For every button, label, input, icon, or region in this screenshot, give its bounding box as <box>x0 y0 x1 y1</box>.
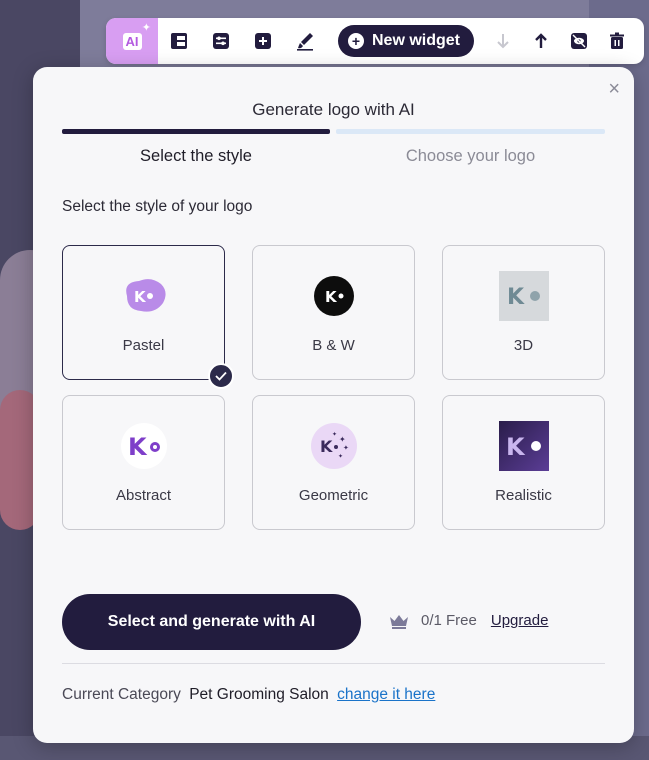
abstract-logo-icon: K <box>119 421 169 471</box>
crown-icon <box>389 613 409 629</box>
new-widget-label: New widget <box>372 32 461 49</box>
realistic-logo-icon: K <box>498 421 549 471</box>
brush-icon[interactable] <box>284 18 326 64</box>
credits-info: 0/1 Free Upgrade <box>389 612 548 629</box>
svg-text:K: K <box>320 437 333 456</box>
change-category-link[interactable]: change it here <box>337 686 435 703</box>
style-card-bw[interactable]: K B & W <box>252 245 415 380</box>
layout-icon[interactable] <box>158 18 200 64</box>
settings-sliders-icon[interactable] <box>200 18 242 64</box>
plus-icon: + <box>348 33 364 49</box>
svg-text:K: K <box>506 433 526 461</box>
style-card-abstract[interactable]: K Abstract <box>62 395 225 530</box>
sparkle-icon: ✦ <box>141 22 151 34</box>
category-name: Pet Grooming Salon <box>189 686 329 703</box>
style-label: Geometric <box>298 487 369 504</box>
svg-text:K: K <box>507 285 525 310</box>
step-progress <box>62 129 605 134</box>
svg-text:✦: ✦ <box>338 453 343 460</box>
style-card-realistic[interactable]: K Realistic <box>442 395 605 530</box>
style-card-pastel[interactable]: K Pastel <box>62 245 234 389</box>
editor-toolbar: AI ✦ + New widget <box>106 18 644 64</box>
svg-text:✦: ✦ <box>339 435 346 444</box>
svg-text:✦: ✦ <box>343 444 349 452</box>
ai-button[interactable]: AI ✦ <box>106 18 158 64</box>
style-card-3d[interactable]: K 3D <box>442 245 605 380</box>
style-label: 3D <box>513 337 534 354</box>
progress-remaining <box>336 129 605 134</box>
ai-badge: AI <box>122 32 142 50</box>
style-label: Pastel <box>122 337 165 354</box>
section-label: Select the style of your logo <box>62 198 253 215</box>
svg-text:K: K <box>128 433 148 461</box>
credits-text: 0/1 Free <box>421 612 477 629</box>
svg-text:K: K <box>134 288 147 306</box>
add-section-icon[interactable] <box>242 18 284 64</box>
svg-text:✦: ✦ <box>332 431 337 438</box>
upgrade-link[interactable]: Upgrade <box>491 612 549 629</box>
hide-icon[interactable] <box>560 18 598 64</box>
category-prefix: Current Category <box>62 686 181 703</box>
generate-logo-dialog: × Generate logo with AI Select the style… <box>33 67 634 743</box>
step-select-style[interactable]: Select the style <box>62 147 330 166</box>
arrow-up-icon[interactable] <box>522 18 560 64</box>
svg-text:K: K <box>325 288 338 306</box>
style-label: Abstract <box>115 487 172 504</box>
checkmark-icon <box>208 363 234 389</box>
new-widget-button[interactable]: + New widget <box>338 25 475 57</box>
current-category: Current Category Pet Grooming Salon chan… <box>62 686 435 704</box>
pastel-logo-icon: K <box>119 271 169 321</box>
style-label: Realistic <box>495 487 552 504</box>
bw-logo-icon: K <box>309 271 359 321</box>
dialog-title: Generate logo with AI <box>252 100 415 119</box>
close-icon[interactable]: × <box>608 79 620 99</box>
geometric-logo-icon: K ✦ ✦ ✦ ✦ <box>309 421 359 471</box>
style-card-geometric[interactable]: K ✦ ✦ ✦ ✦ Geometric <box>252 395 415 530</box>
step-choose-logo[interactable]: Choose your logo <box>336 147 605 166</box>
style-label: B & W <box>312 337 355 354</box>
progress-completed <box>62 129 330 134</box>
3d-logo-icon: K <box>498 271 549 321</box>
select-and-generate-button[interactable]: Select and generate with AI <box>62 594 361 650</box>
arrow-down-icon[interactable] <box>484 18 522 64</box>
divider <box>62 663 605 664</box>
trash-icon[interactable] <box>598 18 636 64</box>
